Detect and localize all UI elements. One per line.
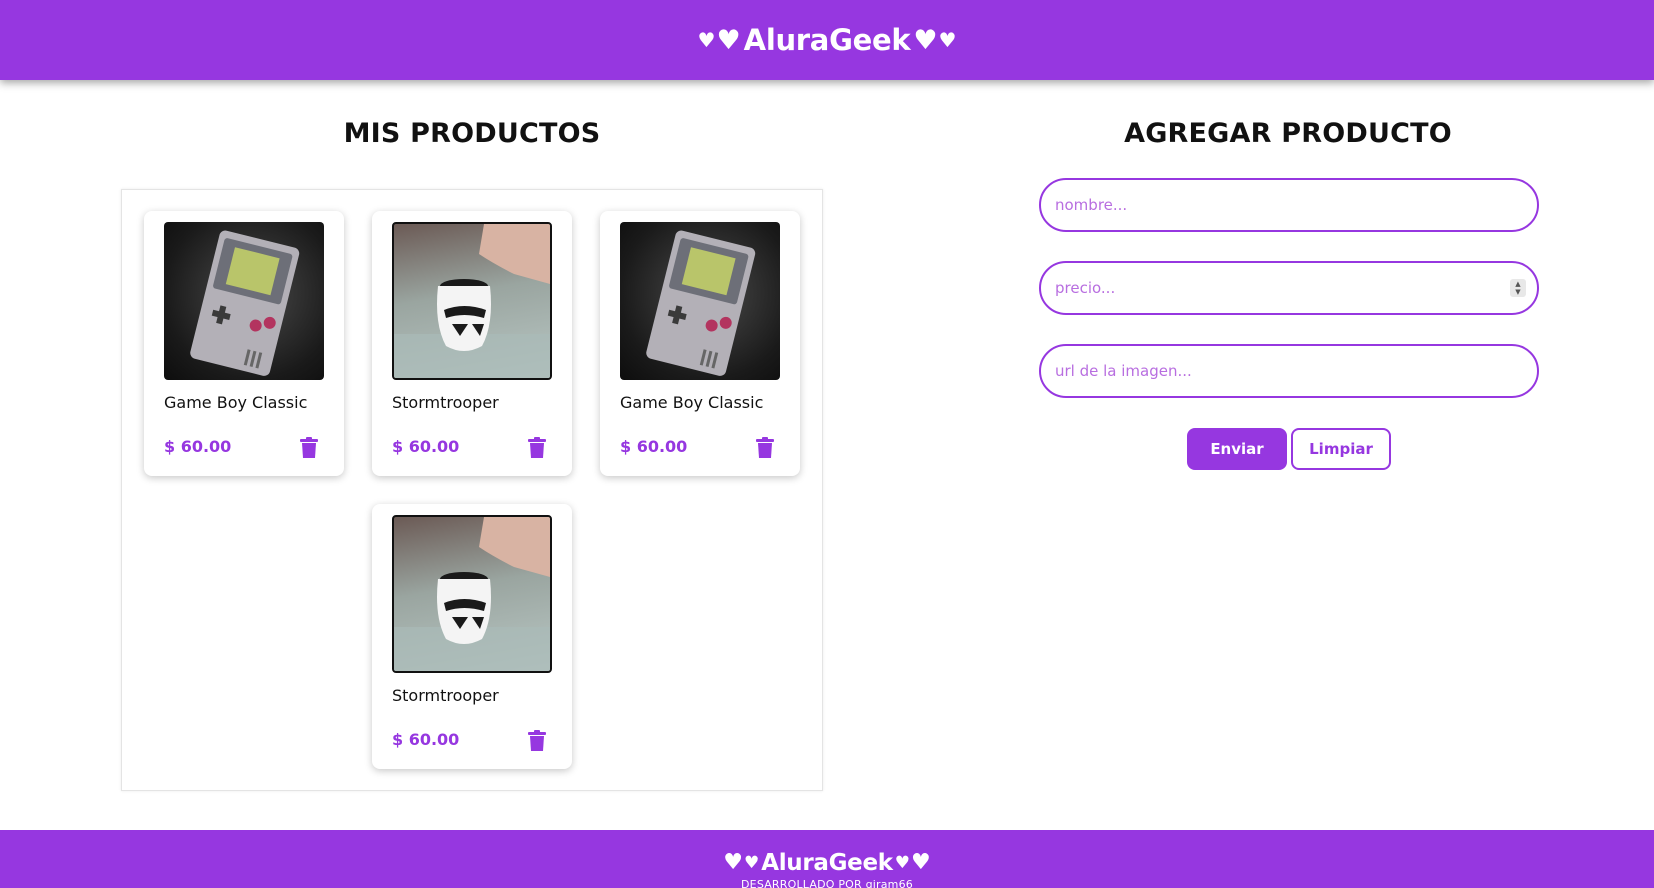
clear-button[interactable]: Limpiar (1291, 428, 1391, 470)
footer-credit: DESARROLLADO POR giram66 (741, 878, 913, 888)
top-header: ♥ ♥ AluraGeek ♥ ♥ (0, 0, 1654, 80)
chevron-down-icon: ▼ (1515, 288, 1521, 296)
header-logo[interactable]: ♥ ♥ AluraGeek ♥ ♥ (698, 23, 957, 57)
add-product-title: AGREGAR PRODUCTO (1124, 118, 1452, 149)
chevron-up-icon: ▲ (1515, 280, 1521, 288)
game-boy-image (164, 222, 324, 380)
footer: ♥ ♥ AluraGeek ♥ ♥ DESARROLLADO POR giram… (0, 830, 1654, 888)
footer-brand-name: AluraGeek (761, 850, 893, 876)
trash-icon[interactable] (528, 730, 546, 752)
price-input[interactable] (1039, 261, 1539, 315)
name-input[interactable] (1039, 178, 1539, 232)
heart-icon: ♥ (913, 24, 938, 56)
product-card: Stormtrooper $ 60.00 (372, 211, 572, 476)
trash-icon[interactable] (756, 437, 774, 459)
product-card: Game Boy Classic $ 60.00 (144, 211, 344, 476)
product-price: $ 60.00 (164, 437, 232, 456)
trash-icon[interactable] (528, 437, 546, 459)
footer-logo[interactable]: ♥ ♥ AluraGeek ♥ ♥ (722, 850, 932, 876)
image-url-input[interactable] (1039, 344, 1539, 398)
product-price: $ 60.00 (392, 730, 460, 749)
products-title: MIS PRODUCTOS (343, 118, 601, 149)
heart-icon: ♥ (911, 850, 931, 875)
product-price: $ 60.00 (620, 437, 688, 456)
heart-icon: ♥ (743, 852, 760, 873)
product-name: Game Boy Classic (164, 393, 308, 412)
trash-icon[interactable] (300, 437, 318, 459)
heart-icon: ♥ (894, 852, 911, 873)
game-boy-image (620, 222, 780, 380)
product-price: $ 60.00 (392, 437, 460, 456)
submit-button[interactable]: Enviar (1187, 428, 1287, 470)
product-name: Game Boy Classic (620, 393, 764, 412)
products-container: Game Boy Classic $ 60.00 Stormtrooper $ … (121, 189, 823, 791)
heart-icon: ♥ (716, 24, 741, 56)
heart-icon: ♥ (938, 28, 957, 52)
product-name: Stormtrooper (392, 393, 499, 412)
product-card: Stormtrooper $ 60.00 (372, 504, 572, 769)
product-name: Stormtrooper (392, 686, 499, 705)
number-spinner[interactable]: ▲ ▼ (1510, 279, 1526, 297)
brand-name: AluraGeek (743, 23, 911, 57)
heart-icon: ♥ (697, 28, 716, 52)
product-card: Game Boy Classic $ 60.00 (600, 211, 800, 476)
stormtrooper-mug-image (392, 222, 552, 380)
stormtrooper-mug-image (392, 515, 552, 673)
heart-icon: ♥ (723, 850, 743, 875)
